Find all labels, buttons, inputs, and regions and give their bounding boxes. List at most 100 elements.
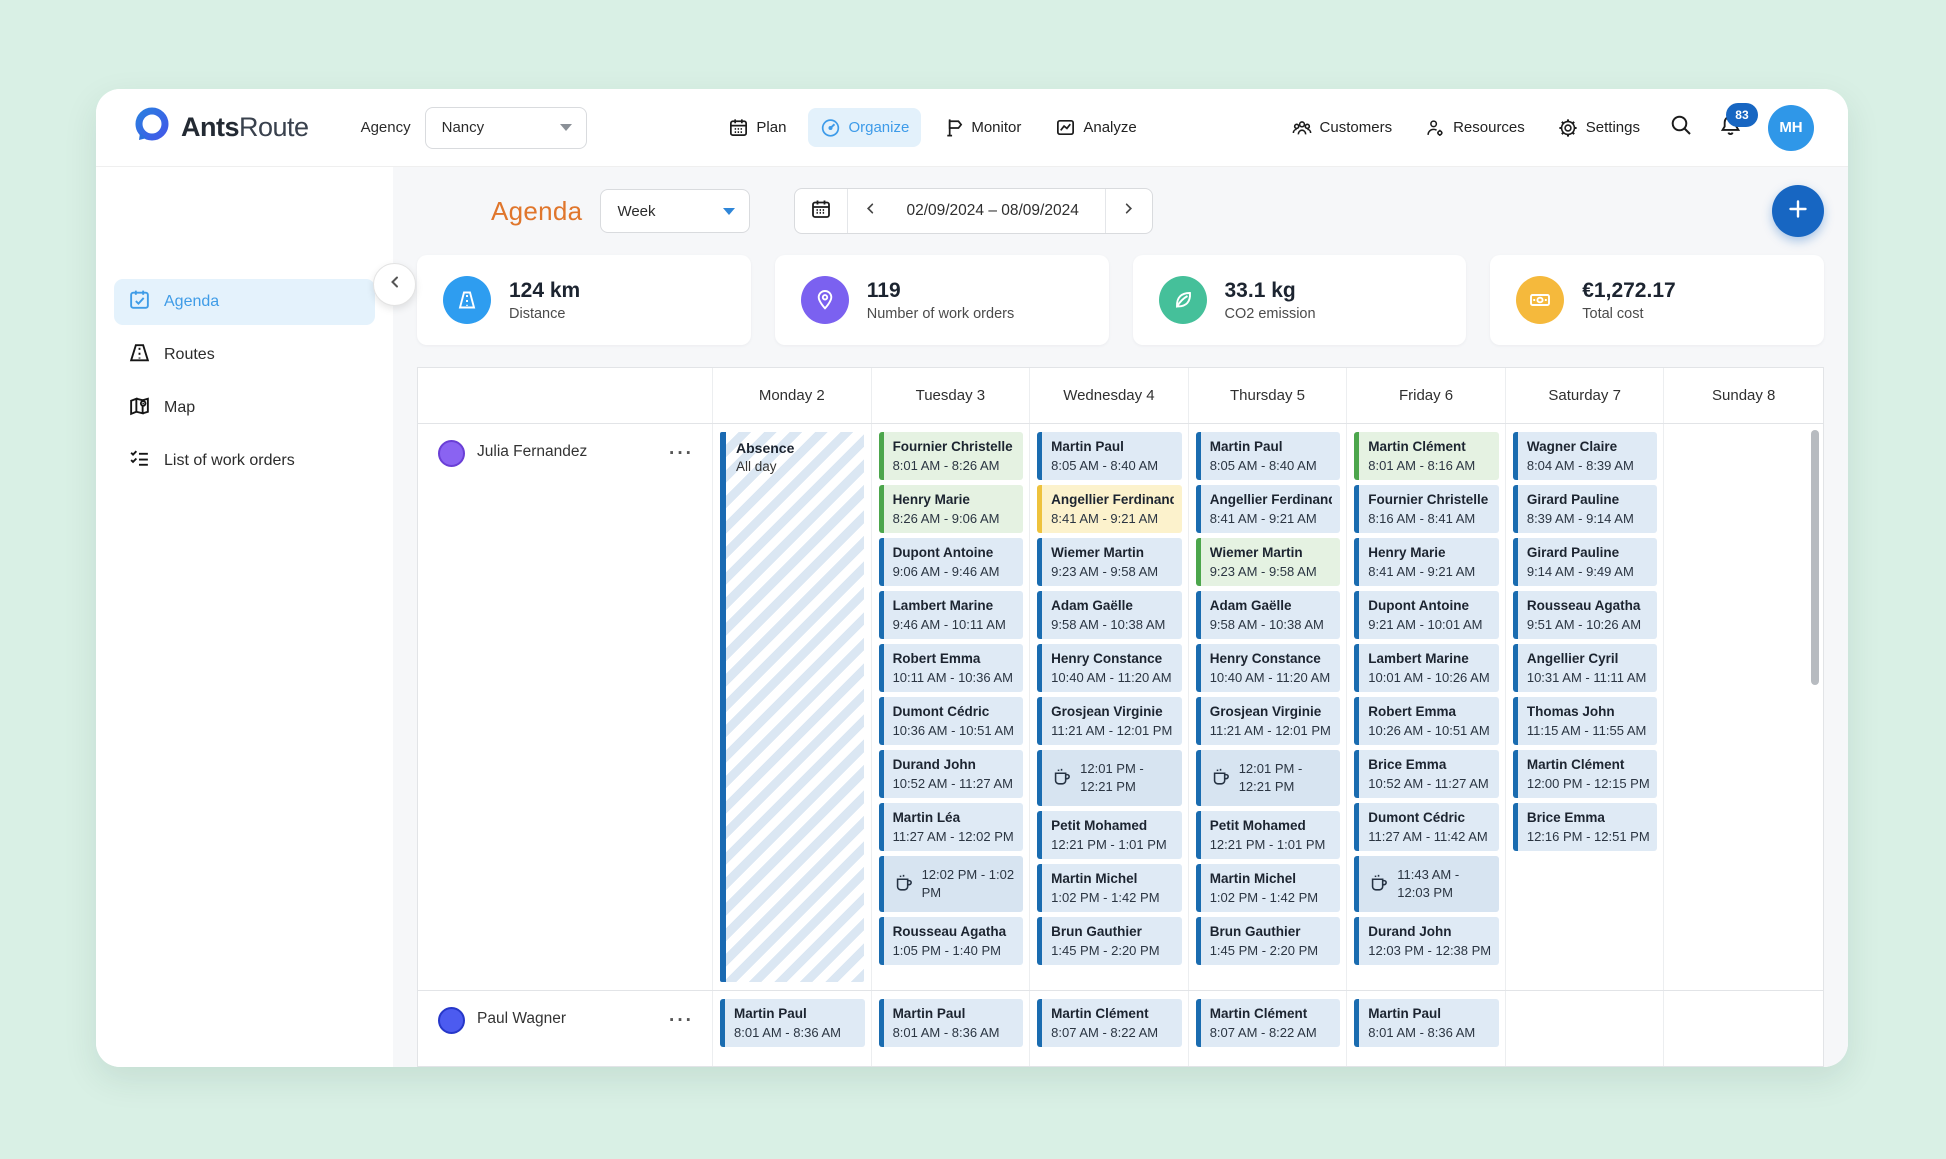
work-order-card[interactable]: Brice Emma10:52 AM - 11:27 AM (1354, 750, 1499, 798)
sidebar-item-routes[interactable]: Routes (114, 332, 375, 378)
sidebar-item-map[interactable]: Map (114, 385, 375, 431)
work-order-card[interactable]: Wiemer Martin9:23 AM - 9:58 AM (1037, 538, 1182, 586)
work-order-card[interactable]: Angellier Ferdinand8:41 AM - 9:21 AM (1037, 485, 1182, 533)
work-order-card[interactable]: Adam Gaëlle9:58 AM - 10:38 AM (1037, 591, 1182, 639)
work-order-card[interactable]: Lambert Marine10:01 AM - 10:26 AM (1354, 644, 1499, 692)
nav-organize[interactable]: Organize (808, 108, 921, 147)
resource-name: Paul Wagner (477, 1007, 653, 1028)
map-icon (128, 394, 151, 422)
work-order-card[interactable]: Henry Marie8:41 AM - 9:21 AM (1354, 538, 1499, 586)
work-order-card[interactable]: Martin Paul8:01 AM - 8:36 AM (720, 999, 865, 1047)
work-order-card[interactable]: Brun Gauthier1:45 PM - 2:20 PM (1037, 917, 1182, 965)
work-order-card[interactable]: Durand John12:03 PM - 12:38 PM (1354, 917, 1499, 965)
work-order-card[interactable]: Grosjean Virginie11:21 AM - 12:01 PM (1037, 697, 1182, 745)
gear-icon (1557, 117, 1579, 139)
absence-subtitle: All day (736, 459, 854, 474)
view-select[interactable]: Week (600, 189, 750, 233)
work-order-card[interactable]: Fournier Christelle8:01 AM - 8:26 AM (879, 432, 1024, 480)
break-card[interactable]: 11:43 AM - 12:03 PM (1354, 856, 1499, 912)
work-order-card[interactable]: Fournier Christelle8:16 AM - 8:41 AM (1354, 485, 1499, 533)
stats-row: 124 kmDistance 119Number of work orders … (417, 255, 1824, 345)
work-order-name: Dumont Cédric (893, 702, 1016, 722)
search-button[interactable] (1660, 107, 1702, 149)
work-order-card[interactable]: Durand John10:52 AM - 11:27 AM (879, 750, 1024, 798)
resource-row: Paul Wagner ··· Martin Paul8:01 AM - 8:36 … (418, 990, 1823, 1067)
work-order-card[interactable]: Angellier Ferdinand8:41 AM - 9:21 AM (1196, 485, 1341, 533)
work-order-card[interactable]: Thomas John11:15 AM - 11:55 AM (1513, 697, 1658, 745)
work-order-card[interactable]: Wagner Claire8:04 AM - 8:39 AM (1513, 432, 1658, 480)
work-order-card[interactable]: Rousseau Agatha9:51 AM - 10:26 AM (1513, 591, 1658, 639)
work-order-name: Fournier Christelle (893, 437, 1016, 457)
work-order-card[interactable]: Lambert Marine9:46 AM - 10:11 AM (879, 591, 1024, 639)
nav-resources[interactable]: Resources (1412, 108, 1537, 148)
antsroute-logo[interactable]: AntsRoute (132, 105, 309, 150)
work-order-card[interactable]: Girard Pauline8:39 AM - 9:14 AM (1513, 485, 1658, 533)
work-order-card[interactable]: Dupont Antoine9:21 AM - 10:01 AM (1354, 591, 1499, 639)
work-order-card[interactable]: Brice Emma12:16 PM - 12:51 PM (1513, 803, 1658, 851)
resource-menu-button[interactable]: ··· (665, 440, 698, 467)
work-order-card[interactable]: Henry Constance10:40 AM - 11:20 AM (1037, 644, 1182, 692)
agency-select[interactable]: Nancy (425, 107, 587, 149)
work-order-card[interactable]: Dupont Antoine9:06 AM - 9:46 AM (879, 538, 1024, 586)
work-order-card[interactable]: Martin Clément8:01 AM - 8:16 AM (1354, 432, 1499, 480)
break-card[interactable]: 12:01 PM - 12:21 PM (1037, 750, 1182, 806)
sidebar-item-label: Routes (164, 346, 215, 364)
work-order-card[interactable]: Martin Paul8:05 AM - 8:40 AM (1037, 432, 1182, 480)
work-order-card[interactable]: Angellier Cyril10:31 AM - 11:11 AM (1513, 644, 1658, 692)
work-order-card[interactable]: Martin Léa11:27 AM - 12:02 PM (879, 803, 1024, 851)
work-order-card[interactable]: Dumont Cédric10:36 AM - 10:51 AM (879, 697, 1024, 745)
work-order-card[interactable]: Martin Paul8:01 AM - 8:36 AM (879, 999, 1024, 1047)
notifications-button[interactable]: 83 (1710, 107, 1752, 149)
sidebar-item-agenda[interactable]: Agenda (114, 279, 375, 325)
break-card[interactable]: 12:01 PM - 12:21 PM (1196, 750, 1341, 806)
work-order-card[interactable]: Wiemer Martin9:23 AM - 9:58 AM (1196, 538, 1341, 586)
nav-monitor[interactable]: Monitor (931, 108, 1033, 147)
previous-week-button[interactable] (848, 189, 892, 233)
content-area: Agenda Week 02/09/2024 – 08/09/2024 (393, 167, 1848, 1067)
nav-settings[interactable]: Settings (1545, 108, 1652, 148)
nav-plan[interactable]: Plan (716, 108, 798, 147)
nav-customers[interactable]: Customers (1279, 108, 1405, 148)
add-button[interactable] (1772, 185, 1824, 237)
work-order-name: Lambert Marine (893, 596, 1016, 616)
work-order-card[interactable]: Petit Mohamed12:21 PM - 1:01 PM (1196, 811, 1341, 859)
work-order-card[interactable]: Robert Emma10:26 AM - 10:51 AM (1354, 697, 1499, 745)
work-order-card[interactable]: Martin Michel1:02 PM - 1:42 PM (1037, 864, 1182, 912)
work-order-card[interactable]: Martin Paul8:01 AM - 8:36 AM (1354, 999, 1499, 1047)
work-order-card[interactable]: Girard Pauline9:14 AM - 9:49 AM (1513, 538, 1658, 586)
work-order-card[interactable]: Martin Michel1:02 PM - 1:42 PM (1196, 864, 1341, 912)
work-order-card[interactable]: Brun Gauthier1:45 PM - 2:20 PM (1196, 917, 1341, 965)
work-order-card[interactable]: Grosjean Virginie11:21 AM - 12:01 PM (1196, 697, 1341, 745)
nav-analyze[interactable]: Analyze (1043, 108, 1148, 147)
work-order-name: Robert Emma (1368, 702, 1491, 722)
resource-name: Julia Fernandez (477, 440, 653, 461)
collapse-sidebar-button[interactable] (373, 263, 416, 306)
work-order-card[interactable]: Henry Marie8:26 AM - 9:06 AM (879, 485, 1024, 533)
vertical-scrollbar[interactable] (1811, 430, 1819, 685)
work-order-card[interactable]: Dumont Cédric11:27 AM - 11:42 AM (1354, 803, 1499, 851)
day-cell (1664, 424, 1823, 990)
work-order-card[interactable]: Robert Emma10:11 AM - 10:36 AM (879, 644, 1024, 692)
work-order-card[interactable]: Martin Clément8:07 AM - 8:22 AM (1196, 999, 1341, 1047)
work-order-card[interactable]: Rousseau Agatha1:05 PM - 1:40 PM (879, 917, 1024, 965)
resource-menu-button[interactable]: ··· (665, 1007, 698, 1034)
calendar-picker-button[interactable] (795, 189, 848, 233)
work-order-card[interactable]: Adam Gaëlle9:58 AM - 10:38 AM (1196, 591, 1341, 639)
work-order-time: 10:11 AM - 10:36 AM (893, 669, 1016, 687)
work-order-time: 1:02 PM - 1:42 PM (1051, 889, 1174, 907)
date-range-label[interactable]: 02/09/2024 – 08/09/2024 (892, 202, 1104, 220)
work-order-card[interactable]: Petit Mohamed12:21 PM - 1:01 PM (1037, 811, 1182, 859)
work-order-card[interactable]: Martin Paul8:05 AM - 8:40 AM (1196, 432, 1341, 480)
next-week-button[interactable] (1105, 189, 1152, 233)
work-order-card[interactable]: Martin Clément12:00 PM - 12:15 PM (1513, 750, 1658, 798)
day-header: Monday 2 (713, 368, 872, 423)
absence-block[interactable]: AbsenceAll day (720, 432, 864, 982)
user-avatar[interactable]: MH (1768, 105, 1814, 151)
sidebar-item-work-orders[interactable]: List of work orders (114, 438, 375, 484)
person-gear-icon (1424, 117, 1446, 139)
work-order-card[interactable]: Henry Constance10:40 AM - 11:20 AM (1196, 644, 1341, 692)
work-order-time: 9:23 AM - 9:58 AM (1210, 563, 1333, 581)
work-order-time: 8:07 AM - 8:22 AM (1051, 1024, 1174, 1042)
break-card[interactable]: 12:02 PM - 1:02 PM (879, 856, 1024, 912)
work-order-card[interactable]: Martin Clément8:07 AM - 8:22 AM (1037, 999, 1182, 1047)
